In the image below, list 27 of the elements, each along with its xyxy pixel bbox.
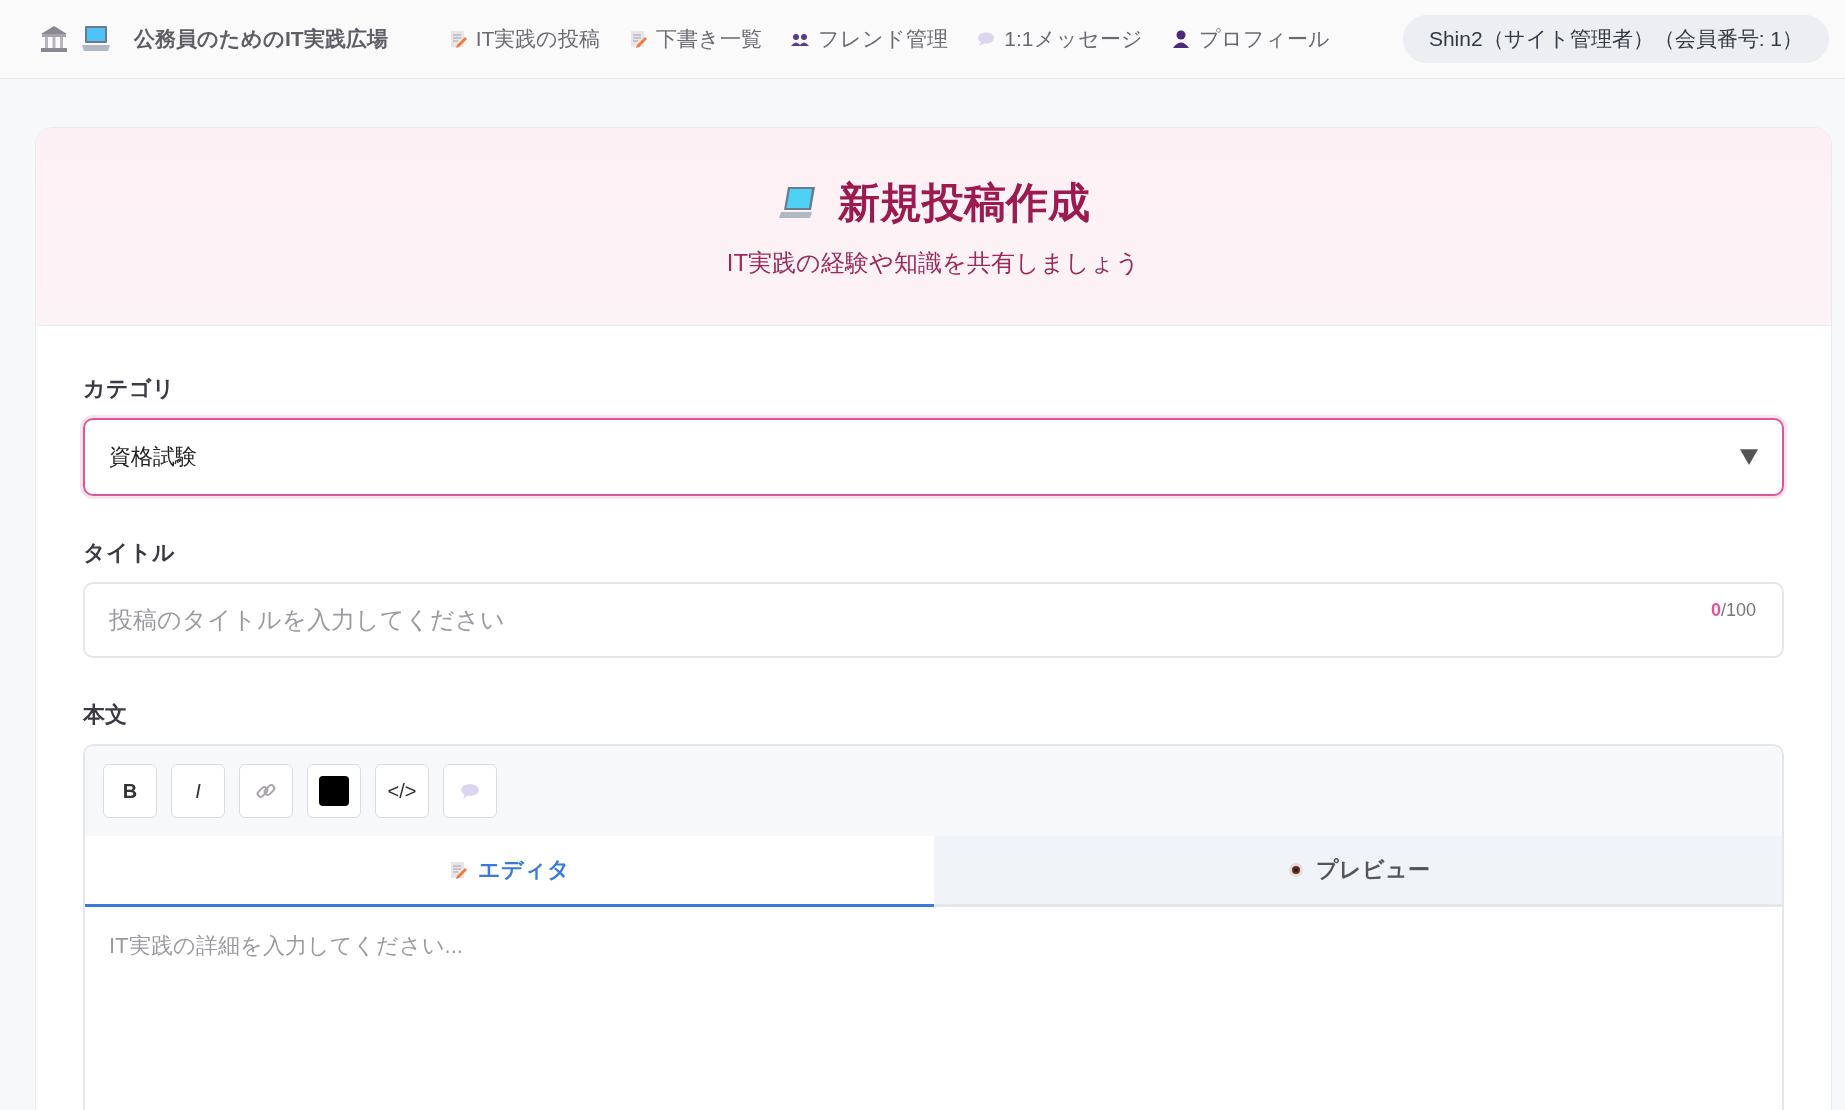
memo-icon: [628, 29, 649, 49]
field-label: タイトル: [83, 539, 176, 567]
site-title: 公務員のためのIT実践広場: [134, 26, 388, 52]
nav-link[interactable]: フレンド管理: [790, 25, 949, 53]
character-counter: 0/100: [1710, 600, 1756, 621]
nav-link[interactable]: 1:1メッセージ: [976, 25, 1143, 53]
code-button[interactable]: </>: [375, 764, 429, 818]
comment-button[interactable]: [443, 764, 497, 818]
category-select[interactable]: 資格試験: [83, 418, 1784, 496]
caret-icon: [1740, 449, 1758, 465]
field-label: 本文: [83, 701, 128, 729]
building-icon: [38, 23, 70, 55]
bold-button[interactable]: B: [103, 764, 157, 818]
user-badge[interactable]: Shin2（サイト管理者）（会員番号: 1）: [1402, 15, 1829, 63]
link-button[interactable]: [239, 764, 293, 818]
editor-tab[interactable]: エディタ: [85, 836, 934, 907]
nav-link[interactable]: IT実践の投稿: [447, 25, 601, 53]
nav-link[interactable]: プロフィール: [1170, 25, 1330, 53]
italic-button[interactable]: I: [171, 764, 225, 818]
text-color-button[interactable]: [307, 764, 361, 818]
nav-link[interactable]: 下書き一覧: [628, 25, 763, 53]
body-text-area[interactable]: IT実践の詳細を入力してください...: [83, 907, 1784, 1110]
field-label: カテゴリ: [83, 375, 176, 403]
person-icon: [1170, 29, 1191, 49]
page-title: 新規投稿作成: [837, 177, 1090, 228]
page-subtitle: IT実践の経験や知識を共有しましょう: [726, 247, 1141, 278]
memo-icon: [448, 860, 469, 880]
